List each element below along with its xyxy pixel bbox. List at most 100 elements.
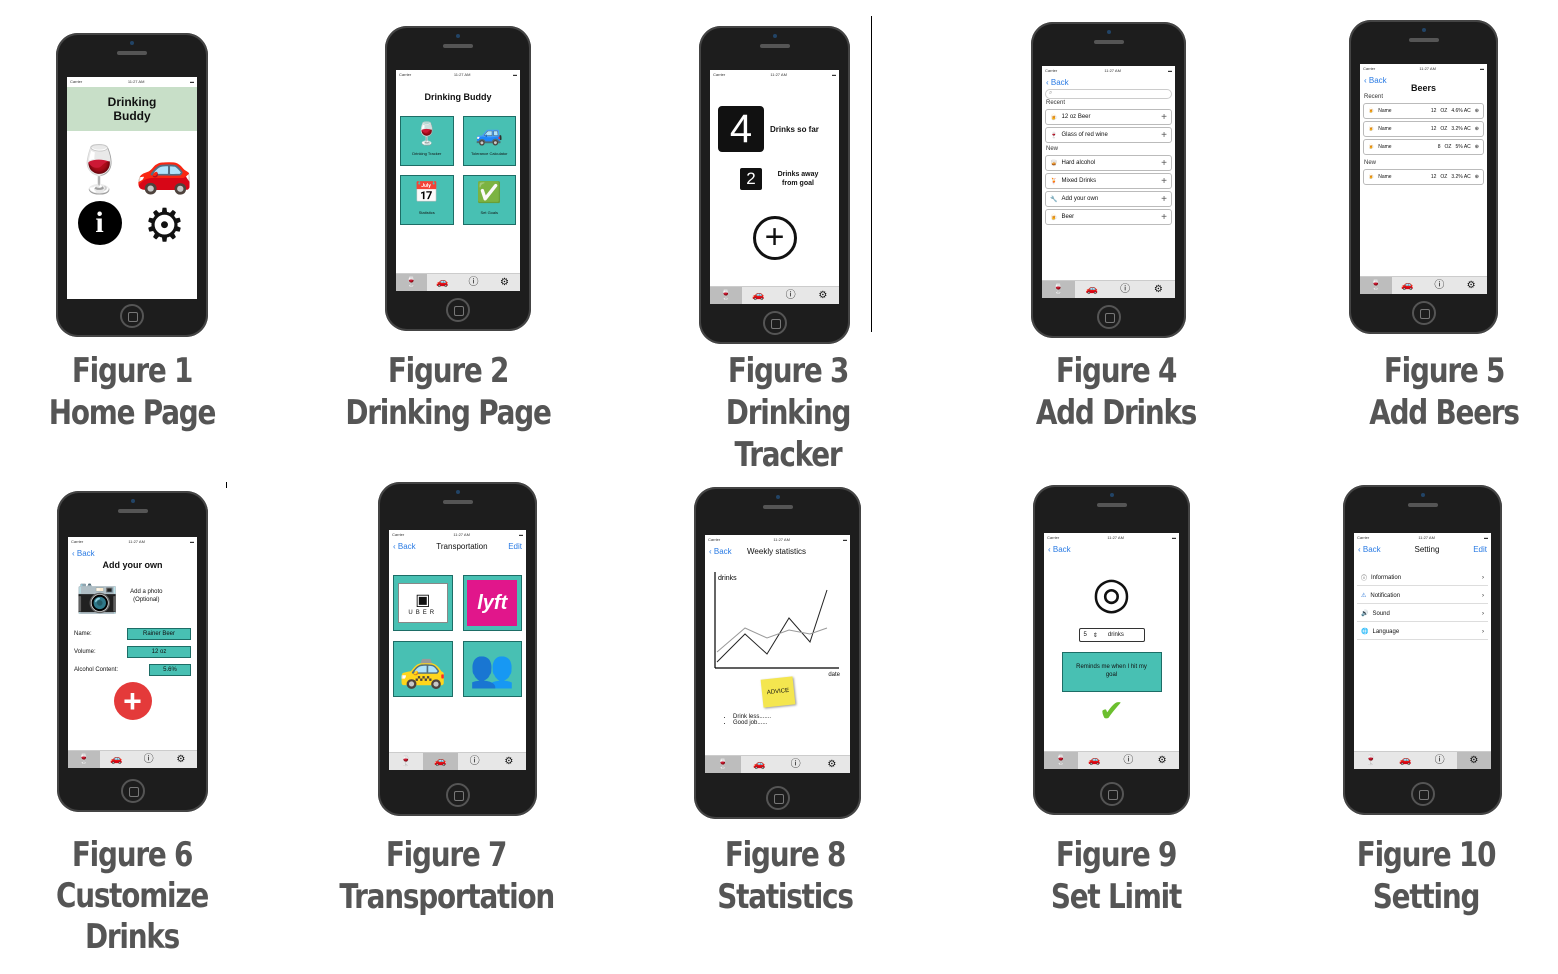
tab-settings[interactable]: ⚙ [814, 756, 850, 774]
home-button[interactable] [120, 304, 144, 328]
tab-settings[interactable]: ⚙ [1456, 751, 1491, 769]
edit-button[interactable]: Edit [1473, 545, 1487, 554]
uber-tile[interactable]: ▣ UBER [393, 575, 453, 631]
list-item[interactable]: 🍺 Beer + [1045, 209, 1172, 225]
car-icon[interactable]: 🚗 [132, 141, 197, 197]
phone-figure-6: Carrier 11:27 AM ▬ ‹ Back Add your own 📷 A… [57, 491, 208, 812]
figure-5-title: Add Beers [1369, 393, 1520, 433]
alcohol-content-field[interactable]: 5.6% [149, 664, 191, 676]
tab-drink[interactable]: 🍷 [68, 750, 101, 768]
name-field[interactable]: Rainer Beer [127, 628, 191, 640]
list-item[interactable]: 🔧 Add your own + [1045, 191, 1172, 207]
tab-info[interactable]: ⓘ [775, 287, 807, 305]
tab-car[interactable]: 🚗 [1392, 277, 1424, 295]
edit-button[interactable]: Edit [508, 542, 522, 551]
phone-figure-4: Carrier 11:27 AM ▬ ‹ Back ⌕ Recent 🍺 12 oz … [1031, 22, 1186, 338]
tab-settings[interactable]: ⚙ [165, 751, 197, 769]
tab-car[interactable]: 🚗 [423, 752, 458, 770]
back-button[interactable]: ‹ Back [1044, 543, 1179, 556]
tab-car[interactable]: 🚗 [742, 287, 774, 305]
tab-drink[interactable]: 🍷 [705, 755, 742, 773]
figure-1-number: Figure 1 [71, 351, 194, 391]
drinking-tracker-tile[interactable]: 🍷 Drinking Tracker [400, 116, 454, 166]
beer-mug-icon: 🍺 [1368, 144, 1375, 150]
tab-drink[interactable]: 🍷 [396, 273, 427, 291]
home-button[interactable] [1411, 301, 1436, 325]
list-item[interactable]: 🥃 Hard alcohol + [1045, 155, 1172, 171]
tab-drink[interactable]: 🍷 [389, 753, 423, 771]
tab-drink[interactable]: 🍷 [710, 286, 743, 304]
tab-car[interactable]: 🚗 [1078, 752, 1112, 770]
home-button[interactable] [1410, 782, 1435, 806]
settings-item-notification[interactable]: ⚠ Notification › [1357, 588, 1488, 604]
tab-settings[interactable]: ⚙ [1142, 281, 1175, 299]
tab-info[interactable]: ⓘ [458, 753, 492, 771]
page-title: Transportation [436, 542, 488, 551]
back-button[interactable]: ‹ Back [68, 547, 197, 560]
beer-mug-icon: 🍺 [1368, 126, 1375, 132]
tab-settings[interactable]: ⚙ [492, 753, 526, 771]
tab-drink[interactable]: 🍷 [1042, 280, 1076, 298]
list-item[interactable]: 🍹 Mixed Drinks + [1045, 173, 1172, 189]
gear-icon[interactable]: ⚙ [132, 201, 197, 249]
tab-settings[interactable]: ⚙ [807, 287, 839, 305]
contacts-tile[interactable]: 👥 [462, 641, 522, 697]
tab-drink[interactable]: 🍷 [1360, 276, 1392, 294]
tab-car[interactable]: 🚗 [741, 756, 777, 774]
tab-info[interactable]: ⓘ [1112, 752, 1146, 770]
back-button[interactable]: ‹ Back [709, 547, 732, 556]
tab-car[interactable]: 🚗 [1075, 281, 1108, 299]
tab-drink[interactable]: 🍷 [1044, 751, 1078, 769]
list-item[interactable]: 🍺 Name 12 OZ 4.6% AC ⊕ [1363, 103, 1484, 119]
tab-info[interactable]: ⓘ [458, 274, 489, 292]
tab-drink[interactable]: 🍷 [1354, 752, 1388, 770]
add-button[interactable]: + [113, 682, 152, 720]
add-drink-button[interactable]: + [752, 216, 797, 260]
list-item[interactable]: 🍺 Name 12 OZ 3.2% AC ⊕ [1363, 121, 1484, 137]
tab-settings[interactable]: ⚙ [489, 274, 520, 292]
limit-stepper[interactable]: 5 ⇕ drinks [1078, 628, 1145, 642]
home-button[interactable] [446, 298, 470, 322]
tolerance-calculator-tile[interactable]: 🚙 Tolerance Calculator [462, 116, 516, 166]
tab-info[interactable]: ⓘ [1424, 277, 1456, 295]
add-photo-icon[interactable]: 📷 [76, 574, 118, 618]
list-item[interactable]: 🍺 Name 8 OZ 5% AC ⊕ [1363, 139, 1484, 155]
tab-info[interactable]: ⓘ [778, 756, 814, 774]
remind-goal-button[interactable]: Reminds me when I hit my goal [1061, 652, 1162, 692]
home-button[interactable] [765, 786, 790, 810]
list-item[interactable]: 🍺 12 oz Beer + [1045, 109, 1172, 125]
list-item[interactable]: 🍺 Name 12 OZ 3.2% AC ⊕ [1363, 169, 1484, 185]
tab-settings[interactable]: ⚙ [1455, 277, 1487, 295]
add-photo-label: Add a photo (Optional) [130, 589, 163, 603]
home-button[interactable] [1099, 782, 1124, 806]
settings-item-information[interactable]: ⓘ Information › [1357, 570, 1488, 586]
tab-info[interactable]: ⓘ [133, 751, 165, 769]
home-button[interactable] [120, 779, 145, 803]
statistics-tile[interactable]: 📅 Statistics [400, 175, 454, 225]
tab-car[interactable]: 🚗 [1388, 752, 1422, 770]
tab-info[interactable]: ⓘ [1423, 752, 1457, 770]
figure-6-title: Customize Drinks [55, 876, 209, 957]
home-button[interactable] [1096, 305, 1121, 329]
back-button[interactable]: ‹ Back [1358, 545, 1381, 554]
lyft-tile[interactable]: lyft [462, 575, 522, 631]
set-goals-tile[interactable]: ✅ Set Goals [462, 175, 516, 225]
lyft-logo: lyft [467, 580, 518, 626]
back-button[interactable]: ‹ Back [393, 542, 416, 551]
tab-settings[interactable]: ⚙ [1145, 752, 1179, 770]
volume-field[interactable]: 12 oz [127, 646, 191, 658]
taxi-tile[interactable]: 🚕 [393, 641, 453, 697]
home-button[interactable] [445, 783, 470, 807]
list-item[interactable]: 🍷 Glass of red wine + [1045, 127, 1172, 143]
wine-glass-icon[interactable]: 🍷 [67, 141, 132, 197]
info-icon[interactable]: i [67, 201, 132, 249]
tab-car[interactable]: 🚗 [427, 274, 458, 292]
figure-4-number: Figure 4 [1055, 351, 1178, 391]
settings-item-language[interactable]: 🌐 Language › [1357, 624, 1488, 640]
settings-item-sound[interactable]: 🔊 Sound › [1357, 606, 1488, 622]
tab-car[interactable]: 🚗 [100, 751, 132, 769]
back-button[interactable]: ‹ Back [1042, 76, 1175, 89]
home-button[interactable] [762, 311, 787, 335]
tab-info[interactable]: ⓘ [1109, 281, 1142, 299]
search-input[interactable]: ⌕ [1045, 89, 1172, 99]
